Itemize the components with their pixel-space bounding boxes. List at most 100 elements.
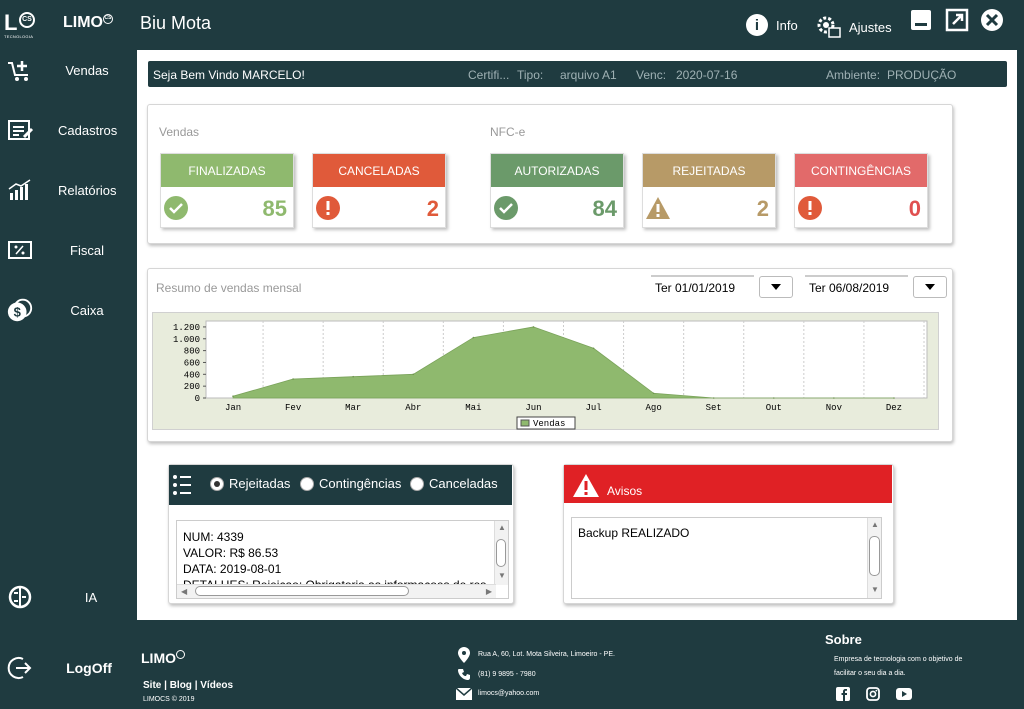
- data-point: [412, 373, 415, 376]
- avisos-title: Avisos: [607, 484, 643, 498]
- vertical-scrollbar[interactable]: ▲ ▼: [494, 521, 508, 585]
- check-circle-icon: [164, 196, 188, 220]
- x-tick-label: Ago: [646, 403, 662, 413]
- type-value: arquivo A1: [560, 68, 617, 82]
- instagram-icon[interactable]: [866, 687, 880, 701]
- date-from-dropdown-button[interactable]: [759, 276, 793, 298]
- card-rejeitadas-value: 2: [756, 196, 769, 221]
- coins-icon: $: [6, 296, 34, 324]
- y-tick-label: 0: [195, 394, 200, 404]
- card-rejeitadas-label: REJEITADAS: [643, 154, 775, 187]
- footer-phone: (81) 9 9895 - 7980: [478, 671, 536, 678]
- youtube-icon[interactable]: [896, 688, 912, 700]
- sidebar-item-cadastros[interactable]: Cadastros: [0, 110, 137, 150]
- radio-dot: [210, 476, 224, 491]
- type-label: Tipo:: [517, 68, 544, 82]
- issues-header: Rejeitadas Contingências Canceladas: [169, 465, 512, 505]
- alert-triangle-icon: [573, 474, 599, 497]
- close-button[interactable]: [980, 8, 1004, 32]
- footer-copyright: LIMOCS © 2019: [143, 696, 195, 703]
- legend-swatch: [520, 419, 530, 427]
- data-point: [292, 378, 294, 380]
- footer-limo-logo: LIMO: [141, 650, 185, 666]
- card-finalizadas-label: FINALIZADAS: [161, 154, 293, 187]
- info-icon: i: [746, 14, 768, 36]
- card-autorizadas[interactable]: AUTORIZADAS 84: [490, 153, 624, 228]
- x-tick-label: Mar: [345, 403, 361, 413]
- sidebar-item-fiscal[interactable]: Fiscal: [0, 230, 137, 270]
- facebook-icon[interactable]: [836, 687, 850, 701]
- radio-contingencias[interactable]: Contingências: [300, 476, 401, 491]
- x-tick-label: Jul: [585, 403, 601, 413]
- issue-details-box[interactable]: NUM: 4339 VALOR: R$ 86.53 DATA: 2019-08-…: [176, 520, 509, 599]
- x-tick-label: Jan: [225, 403, 241, 413]
- y-tick-label: 600: [184, 358, 200, 368]
- x-tick-label: Dez: [886, 403, 902, 413]
- cart-plus-icon: [6, 56, 34, 84]
- minimize-button[interactable]: [909, 8, 933, 32]
- card-rejeitadas[interactable]: REJEITADAS 2: [642, 153, 776, 228]
- radio-rejeitadas[interactable]: Rejeitadas: [210, 476, 290, 491]
- sidebar-item-caixa[interactable]: $ Caixa: [0, 290, 137, 330]
- sidebar-item-relatorios[interactable]: Relatórios: [0, 170, 137, 210]
- edit-form-icon: [6, 116, 34, 144]
- date-to-field[interactable]: Ter 06/08/2019: [805, 275, 908, 299]
- card-contingencias[interactable]: CONTINGÊNCIAS 0: [794, 153, 928, 228]
- sidebar-item-vendas[interactable]: Vendas: [0, 50, 137, 90]
- restore-button[interactable]: [945, 8, 969, 32]
- list-menu-icon[interactable]: [172, 474, 192, 496]
- radio-canceladas[interactable]: Canceladas: [410, 476, 498, 491]
- footer-about-title: Sobre: [825, 632, 862, 647]
- data-point: [652, 392, 655, 395]
- avisos-message-box[interactable]: Backup REALIZADO ▲ ▼: [571, 517, 882, 599]
- footer: LogOff LIMO Site | Blog | Vídeos LIMOCS …: [0, 620, 1024, 709]
- date-to-dropdown-button[interactable]: [913, 276, 947, 298]
- horizontal-scrollbar[interactable]: ◀ ▶: [177, 584, 496, 598]
- issue-line-data: DATA: 2019-08-01: [183, 562, 282, 576]
- card-canceladas[interactable]: CANCELADAS 2: [312, 153, 446, 228]
- card-autorizadas-value: 84: [592, 196, 617, 221]
- percent-tag-icon: [6, 236, 34, 264]
- env-label: Ambiente:: [826, 68, 881, 82]
- nfce-title: NFC-e: [490, 125, 526, 139]
- card-canceladas-value: 2: [426, 196, 439, 221]
- footer-email: limocs@yahoo.com: [478, 690, 540, 697]
- x-tick-label: Out: [766, 403, 782, 413]
- y-tick-label: 800: [184, 347, 200, 357]
- top-bar: L CS TECNOLOGIA LIMO CS Biu Mota i Info A…: [0, 0, 1024, 50]
- sidebar-item-logoff[interactable]: LogOff: [0, 648, 137, 688]
- footer-address: Rua A, 60, Lot. Mota Silveira, Limoeiro …: [478, 651, 615, 658]
- card-contingencias-value: 0: [908, 196, 921, 221]
- x-tick-label: Jun: [525, 403, 541, 413]
- date-from-field[interactable]: Ter 01/01/2019: [651, 275, 754, 299]
- vendas-title: Vendas: [159, 125, 200, 139]
- sales-chart-svg: 0 200 400 600800 1.000 1.200 Jan Fev Mar Abr Mai Ju…: [173, 320, 928, 430]
- summary-title: Resumo de vendas mensal: [156, 281, 302, 295]
- footer-links[interactable]: Site | Blog | Vídeos: [143, 680, 233, 691]
- x-tick-label: Mai: [465, 403, 481, 413]
- sidebar: Vendas Cadastros Relatórios Fiscal $ Cai…: [0, 50, 137, 620]
- x-tick-label: Set: [706, 403, 722, 413]
- sales-chart: 0 200 400 600 800 1.000 1.200 Jan Fev Mar Abr Mai Ju…: [152, 312, 939, 430]
- vertical-scrollbar[interactable]: ▲ ▼: [867, 518, 881, 598]
- data-point: [232, 395, 234, 398]
- venc-value: 2020-07-16: [676, 68, 738, 82]
- footer-about-text-2: facilitar o seu dia a dia.: [834, 670, 906, 677]
- data-point: [712, 397, 715, 399]
- settings-button[interactable]: Ajustes: [815, 14, 892, 40]
- brain-icon: [6, 583, 34, 611]
- data-point: [893, 397, 895, 399]
- env-value: PRODUÇÃO: [887, 68, 957, 82]
- card-finalizadas[interactable]: FINALIZADAS 85: [160, 153, 294, 228]
- info-button[interactable]: i Info: [746, 14, 798, 36]
- location-icon: [458, 647, 470, 663]
- sidebar-item-ia[interactable]: IA: [0, 577, 137, 617]
- data-point: [592, 347, 595, 350]
- card-finalizadas-value: 85: [262, 196, 287, 221]
- data-point: [772, 397, 775, 399]
- logout-icon: [6, 654, 34, 682]
- restore-window-icon: [945, 8, 969, 32]
- radio-dot: [410, 476, 424, 491]
- data-point: [833, 397, 835, 399]
- data-point: [532, 326, 535, 328]
